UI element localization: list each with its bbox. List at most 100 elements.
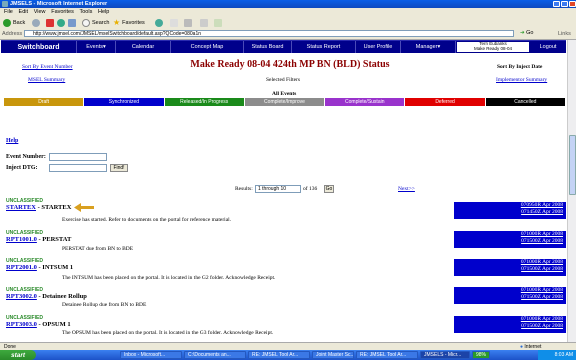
- event-name: - PERSTAT: [36, 236, 72, 243]
- history-icon: [155, 18, 163, 27]
- results-range-select[interactable]: 1 through 10: [255, 185, 301, 193]
- event-local-date[interactable]: 071000R Apr 2008: [454, 287, 563, 294]
- search-label: Search: [92, 19, 110, 26]
- event-number-input[interactable]: [49, 153, 107, 161]
- stop-button[interactable]: [46, 18, 56, 27]
- event-name: - INTSUM 1: [36, 264, 74, 271]
- event-zulu-date[interactable]: 071500Z Apr 2008: [454, 266, 563, 273]
- menu-help[interactable]: Help: [98, 9, 109, 15]
- event-local-date[interactable]: 071000R Apr 2008: [454, 316, 563, 323]
- history-button[interactable]: [155, 18, 165, 27]
- favorites-star-icon: ★: [113, 18, 121, 27]
- ie-toolbar: Back Search ★ Favorites: [0, 16, 576, 30]
- refresh-button[interactable]: [57, 18, 67, 27]
- event-title: RPT3003.0 - OPSUM 1: [6, 321, 71, 328]
- refresh-icon: [57, 18, 65, 27]
- go-arrow-icon: ➜: [520, 30, 525, 36]
- event-id-link[interactable]: RPT2001.0: [6, 264, 37, 271]
- status-legend: Draft Synchronized Released/In Progress …: [4, 98, 566, 106]
- find-button[interactable]: Find!: [110, 164, 128, 172]
- pointer-arrow-icon: [74, 203, 94, 212]
- event-id-link[interactable]: STARTEX: [6, 204, 36, 211]
- menu-view[interactable]: View: [34, 9, 46, 15]
- event-zulu-date[interactable]: 071500Z Apr 2008: [454, 323, 563, 330]
- vertical-scrollbar[interactable]: [567, 40, 576, 342]
- all-events-label: All Events: [272, 91, 297, 97]
- legend-cancelled: Cancelled: [485, 98, 566, 106]
- event-description: The INTSUM has been placed on the portal…: [62, 275, 276, 281]
- sort-by-inject-date-label: Sort By Inject Date: [497, 64, 543, 70]
- event-id-link[interactable]: RPT1001.0: [6, 236, 37, 243]
- task-jmsel-tool-2[interactable]: RE: JMSEL Tool Ar...: [356, 351, 418, 359]
- close-button[interactable]: [569, 1, 576, 7]
- nav-user-profile[interactable]: User Profile: [356, 41, 401, 53]
- menu-edit[interactable]: Edit: [19, 9, 28, 15]
- back-button[interactable]: Back: [3, 18, 25, 27]
- event-id-link[interactable]: RPT3002.0: [6, 293, 37, 300]
- nav-logout[interactable]: Logout: [530, 41, 566, 53]
- nav-status-board[interactable]: Status Board: [244, 41, 292, 53]
- task-documents[interactable]: C:\Documents an...: [184, 351, 246, 359]
- implementor-summary-link[interactable]: Implementor Summary: [496, 77, 547, 83]
- nav-managers[interactable]: Manager▾: [401, 41, 456, 53]
- address-bar: Address http://www.jmsel.com/JMSEL/mselS…: [0, 29, 576, 40]
- nav-calendar[interactable]: Calendar: [116, 41, 171, 53]
- event-title: RPT2001.0 - INTSUM 1: [6, 264, 73, 271]
- user-event: Make Ready 08-04: [473, 45, 513, 51]
- ie-icon: [2, 1, 8, 7]
- menu-tools[interactable]: Tools: [80, 9, 93, 15]
- edit-button[interactable]: [200, 18, 210, 27]
- scroll-thumb[interactable]: [569, 135, 576, 195]
- results-go-button[interactable]: Go: [324, 185, 334, 193]
- go-button[interactable]: ➜ Go: [520, 30, 533, 36]
- event-zulu-date[interactable]: 071500Z Apr 2008: [454, 238, 563, 245]
- windows-taskbar: start Inbox - Microsoft... C:\Documents …: [0, 350, 576, 360]
- event-zulu-date[interactable]: 071450Z Apr 2008: [454, 209, 563, 216]
- search-button[interactable]: Search: [82, 18, 109, 27]
- nav-events[interactable]: Events▾: [77, 41, 116, 53]
- event-name: - OPSUM 1: [36, 321, 71, 328]
- inject-dtg-input[interactable]: [49, 164, 107, 172]
- event-local-date[interactable]: 071000R Apr 2008: [454, 259, 563, 266]
- event-id-link[interactable]: RPT3003.0: [6, 321, 37, 328]
- favorites-button[interactable]: ★ Favorites: [113, 18, 145, 27]
- nav-switchboard[interactable]: Switchboard: [1, 41, 77, 53]
- task-joint-master[interactable]: Joint Master Sc...: [312, 351, 354, 359]
- next-page-link[interactable]: Next>>: [398, 186, 415, 192]
- address-input[interactable]: http://www.jmsel.com/JMSEL/mselSwitchboa…: [24, 30, 514, 37]
- legend-deferred: Deferred: [405, 98, 486, 106]
- event-date-box: 071000R Apr 2008 071500Z Apr 2008: [454, 231, 566, 248]
- maximize-button[interactable]: [561, 1, 568, 7]
- discuss-button[interactable]: [214, 18, 224, 27]
- event-local-date[interactable]: 071000R Apr 2008: [454, 231, 563, 238]
- sort-by-event-number-link[interactable]: Sort By Event Number: [22, 64, 73, 70]
- window-titlebar: JMSELS - Microsoft Internet Explorer: [0, 0, 576, 8]
- menu-favorites[interactable]: Favorites: [51, 9, 74, 15]
- print-button[interactable]: [184, 18, 194, 27]
- help-link[interactable]: Help: [6, 138, 18, 144]
- task-inbox[interactable]: Inbox - Microsoft...: [120, 351, 182, 359]
- address-label: Address: [2, 31, 23, 37]
- menu-file[interactable]: File: [4, 9, 13, 15]
- home-button[interactable]: [68, 18, 78, 27]
- mail-button[interactable]: [170, 18, 180, 27]
- legend-complete-improve: Complete/Improve: [244, 98, 326, 106]
- minimize-button[interactable]: [553, 1, 560, 7]
- task-jmsels-ie[interactable]: JMSELS - Micr...: [420, 351, 470, 359]
- forward-button[interactable]: [32, 18, 42, 27]
- event-title: STARTEX - STARTEX: [6, 204, 71, 211]
- task-jmsel-tool-1[interactable]: RE: JMSEL Tool Ar...: [248, 351, 310, 359]
- links-button[interactable]: Links: [558, 31, 571, 37]
- current-user-box: Terri Eubanks Make Ready 08-04: [457, 41, 529, 52]
- event-name: - STARTEX: [36, 204, 72, 211]
- nav-concept-map[interactable]: Concept Map: [171, 41, 244, 53]
- start-button[interactable]: start: [0, 350, 36, 360]
- search-icon: [82, 18, 90, 27]
- nav-status-report[interactable]: Status Report: [292, 41, 356, 53]
- event-local-date[interactable]: 070950R Apr 2008: [454, 202, 563, 209]
- page-title: Make Ready 08-04 424th MP BN (BLD) Statu…: [190, 59, 390, 70]
- event-zulu-date[interactable]: 071500Z Apr 2008: [454, 294, 563, 301]
- event-date-box: 071000R Apr 2008 071500Z Apr 2008: [454, 287, 566, 304]
- back-arrow-icon: [3, 18, 11, 27]
- msel-summary-link[interactable]: MSEL Summary: [28, 77, 65, 83]
